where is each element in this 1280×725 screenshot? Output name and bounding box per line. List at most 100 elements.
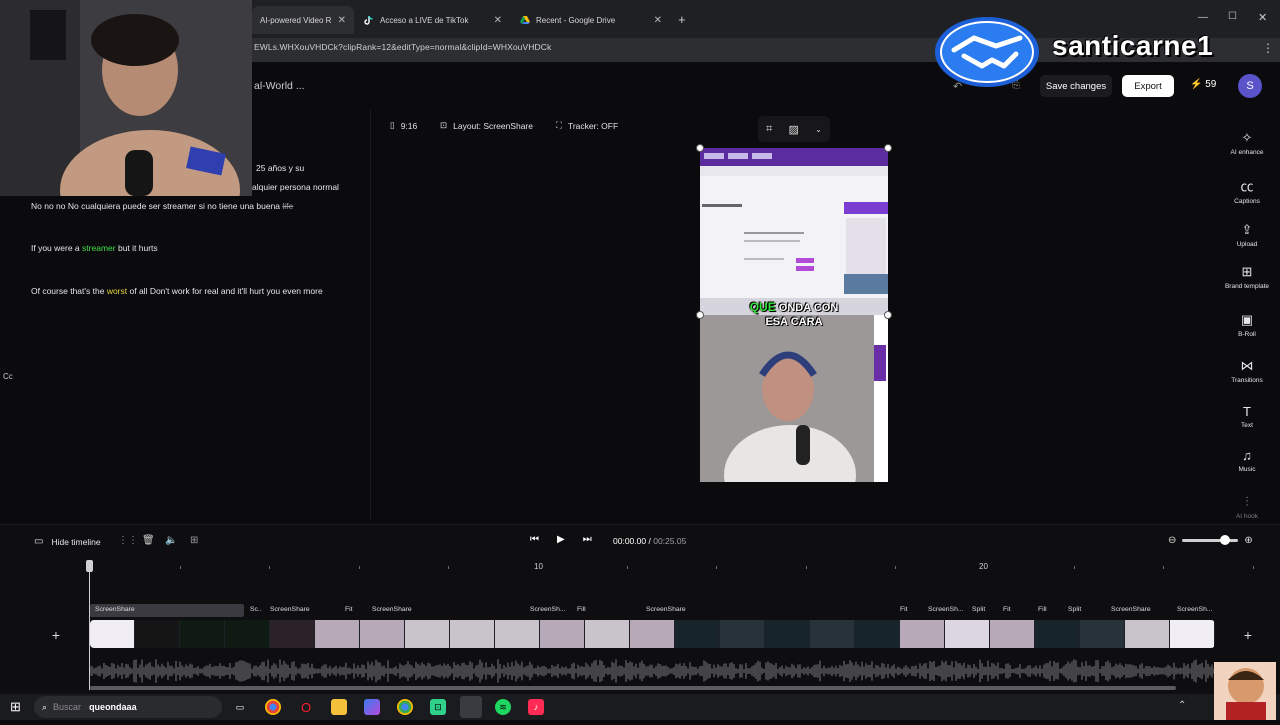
playhead-handle[interactable] bbox=[86, 560, 93, 572]
sidebar-item-captions[interactable]: ㏄ Captions bbox=[1222, 176, 1272, 205]
segment-label[interactable]: ScreenShare bbox=[646, 606, 896, 613]
segment-label[interactable]: ScreenSh... bbox=[530, 606, 574, 613]
transcript-line[interactable]: 25 años y su bbox=[256, 163, 304, 173]
split-icon[interactable]: ⋮⋮ bbox=[118, 535, 138, 546]
upload-icon: ⇪ bbox=[1241, 222, 1253, 237]
close-tab-icon[interactable]: ✕ bbox=[494, 15, 502, 26]
chrome-profile-icon[interactable] bbox=[397, 699, 413, 715]
task-view-icon[interactable]: ▭ bbox=[232, 699, 248, 715]
tracker-button[interactable]: ⛶ Tracker: OFF bbox=[556, 120, 618, 131]
grid-icon[interactable]: ⊞ bbox=[190, 535, 198, 546]
taskbar-search[interactable]: ⌕ Buscar queondaaa bbox=[34, 696, 222, 718]
tab-google-drive[interactable]: Recent - Google Drive ✕ bbox=[512, 6, 670, 34]
segment-label[interactable]: ScreenSh... bbox=[1177, 606, 1215, 613]
chrome-icon[interactable] bbox=[265, 699, 281, 715]
project-title[interactable]: al-World ... bbox=[254, 80, 305, 92]
segment-label[interactable]: Fit bbox=[1003, 606, 1031, 613]
clip-thumbnail bbox=[585, 620, 629, 648]
transcript-line[interactable]: alquier persona normal bbox=[252, 182, 339, 192]
maximize-icon[interactable]: ☐ bbox=[1228, 11, 1237, 22]
layout-button[interactable]: ⊡ Layout: ScreenShare bbox=[440, 120, 533, 131]
transcript-line[interactable]: No no no No cualquiera puede ser streame… bbox=[31, 201, 293, 211]
resize-handle[interactable] bbox=[696, 144, 704, 152]
segment-label[interactable]: ScreenSh... bbox=[928, 606, 968, 613]
minimize-icon[interactable]: — bbox=[1198, 12, 1208, 23]
highlight-word[interactable]: worst bbox=[107, 286, 127, 296]
audio-waveform[interactable] bbox=[90, 658, 1215, 684]
trash-icon[interactable]: 🗑 bbox=[142, 535, 155, 546]
segment-label[interactable]: ScreenShare bbox=[270, 606, 342, 613]
clip-thumbnail bbox=[405, 620, 449, 648]
hide-timeline-button[interactable]: ▭ Hide timeline bbox=[34, 536, 101, 547]
chrome-active-icon[interactable] bbox=[460, 696, 482, 718]
segment-label[interactable]: Fill bbox=[1038, 606, 1064, 613]
sidebar-item-ai-enhance[interactable]: ✧ AI enhance bbox=[1222, 130, 1272, 156]
removed-word[interactable]: life bbox=[282, 201, 293, 211]
transcript-line[interactable]: If you were a streamer but it hurts bbox=[31, 243, 158, 253]
file-explorer-icon[interactable] bbox=[331, 699, 347, 715]
add-clip-after-button[interactable]: + bbox=[1237, 624, 1259, 646]
transcript-line[interactable]: Of course that's the worst of all Don't … bbox=[31, 286, 323, 296]
clip-thumbnail bbox=[765, 620, 809, 648]
volume-icon[interactable]: 🔈 bbox=[165, 535, 177, 546]
segment-label[interactable]: Fill bbox=[577, 606, 637, 613]
tab-ai-video[interactable]: AI-powered Video R ✕ bbox=[252, 6, 354, 34]
playhead[interactable] bbox=[89, 560, 90, 690]
video-track[interactable] bbox=[90, 620, 1215, 648]
save-changes-button[interactable]: Save changes bbox=[1040, 75, 1112, 97]
close-tab-icon[interactable]: ✕ bbox=[654, 15, 662, 26]
tray-chevron-icon[interactable]: ⌃ bbox=[1178, 700, 1186, 711]
segment-label[interactable]: Fit bbox=[345, 606, 369, 613]
segment-label[interactable]: Sc.. bbox=[250, 606, 266, 613]
video-caption[interactable]: QUE ONDA CON bbox=[700, 300, 888, 314]
tiktok-app-icon[interactable]: ♪ bbox=[528, 699, 544, 715]
segment-label[interactable]: ScreenShare bbox=[372, 606, 522, 613]
url-text[interactable]: EWLs.WHXouVHDCk?clipRank=12&editType=nor… bbox=[254, 42, 551, 52]
segment-label[interactable]: Split bbox=[972, 606, 1000, 613]
timeline-scrollbar[interactable] bbox=[90, 686, 1176, 690]
sidebar-item-music[interactable]: ♫ Music bbox=[1222, 448, 1272, 473]
spotify-icon[interactable]: ≋ bbox=[495, 699, 511, 715]
webcam-frame[interactable] bbox=[700, 315, 888, 482]
copilot-icon[interactable] bbox=[364, 699, 380, 715]
avatar[interactable]: S bbox=[1238, 74, 1262, 98]
tab-tiktok-live[interactable]: Acceso a LIVE de TikTok ✕ bbox=[356, 6, 510, 34]
highlight-word[interactable]: streamer bbox=[82, 243, 116, 253]
zoom-out-icon[interactable]: ⊖ bbox=[1168, 535, 1176, 546]
segment-label[interactable]: ScreenShare bbox=[95, 606, 245, 613]
app-icon[interactable]: ⊡ bbox=[430, 699, 446, 715]
add-clip-before-button[interactable]: + bbox=[45, 624, 67, 646]
chevron-down-icon[interactable]: ⌄ bbox=[815, 125, 822, 134]
sidebar-item-upload[interactable]: ⇪ Upload bbox=[1222, 222, 1272, 248]
credits-counter[interactable]: ⚡ 59 bbox=[1190, 79, 1216, 90]
windows-start-icon[interactable]: ⊞ bbox=[10, 699, 21, 715]
screen-share-frame[interactable] bbox=[700, 148, 888, 315]
video-caption[interactable]: ESA CARA bbox=[700, 316, 888, 328]
zoom-slider-knob[interactable] bbox=[1220, 535, 1231, 545]
aspect-ratio-button[interactable]: ▯ 9:16 bbox=[390, 120, 417, 131]
crop-icon[interactable]: ⌗ bbox=[766, 123, 772, 136]
segment-label[interactable]: Fit bbox=[900, 606, 922, 613]
media-icon[interactable]: ▨ bbox=[789, 123, 799, 136]
skip-forward-icon[interactable]: ⏭ bbox=[583, 534, 592, 545]
resize-handle[interactable] bbox=[884, 144, 892, 152]
sidebar-item-ai-hook[interactable]: ⫶ AI hook bbox=[1222, 494, 1272, 520]
sidebar-item-brand-template[interactable]: ⊞ Brand template bbox=[1222, 264, 1272, 290]
sidebar-item-text[interactable]: T Text bbox=[1222, 404, 1272, 429]
zoom-in-icon[interactable]: ⊕ bbox=[1244, 535, 1252, 546]
export-button[interactable]: Export bbox=[1122, 75, 1174, 97]
clip-thumbnail bbox=[720, 620, 764, 648]
tracker-icon: ⛶ bbox=[556, 120, 562, 130]
segment-label[interactable]: Split bbox=[1068, 606, 1106, 613]
segment-label[interactable]: ScreenShare bbox=[1111, 606, 1171, 613]
opera-icon[interactable]: O bbox=[298, 699, 314, 715]
sidebar-item-b-roll[interactable]: ▣ B-Roll bbox=[1222, 312, 1272, 338]
browser-menu-icon[interactable]: ⋮ bbox=[1262, 41, 1274, 55]
skip-back-icon[interactable]: ⏮ bbox=[530, 534, 539, 545]
zoom-slider[interactable] bbox=[1182, 535, 1239, 545]
close-window-icon[interactable]: ✕ bbox=[1258, 11, 1267, 24]
play-icon[interactable]: ▶ bbox=[557, 534, 565, 545]
sidebar-item-transitions[interactable]: ⋈ Transitions bbox=[1222, 358, 1272, 384]
new-tab-button[interactable]: + bbox=[678, 12, 686, 27]
close-tab-icon[interactable]: ✕ bbox=[338, 15, 346, 26]
